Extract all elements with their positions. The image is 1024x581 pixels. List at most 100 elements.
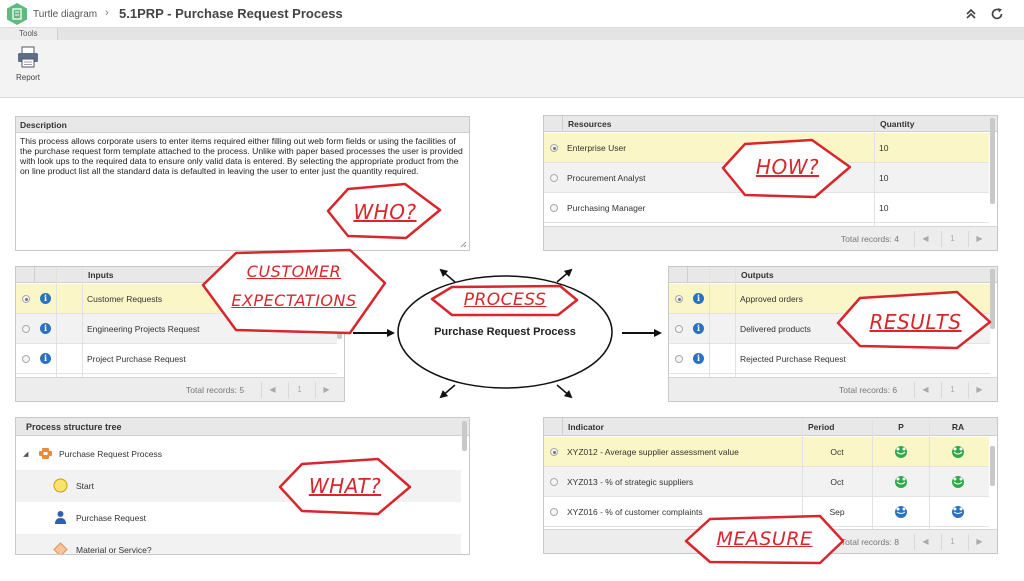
tree-item[interactable]: Material or Service?	[16, 534, 461, 554]
table-row[interactable]: i Engineering Projects Request	[16, 314, 337, 344]
row-radio[interactable]	[675, 325, 683, 333]
prev-page-icon[interactable]: ◀	[261, 382, 283, 398]
column-header-period[interactable]: Period	[802, 418, 872, 436]
process-name[interactable]: Purchase Request Process	[400, 326, 610, 338]
ribbon-tab-strip	[58, 28, 1024, 40]
column-divider	[874, 116, 875, 226]
column-header-info	[56, 267, 82, 283]
table-row[interactable]: i Project Purchase Request	[16, 344, 337, 374]
resource-quantity: 10	[879, 203, 889, 213]
resources-grid-header: Resources Quantity	[544, 116, 997, 132]
input-name: Project Purchase Request	[87, 354, 186, 364]
page-number[interactable]: 1	[941, 382, 963, 398]
tree-item-label: Purchase Request Process	[59, 449, 162, 459]
tools-tab[interactable]: Tools	[0, 28, 58, 40]
description-text[interactable]: This process allows corporate users to e…	[20, 136, 463, 176]
column-header-quantity[interactable]: Quantity	[874, 116, 989, 132]
next-page-icon[interactable]: ▶	[968, 382, 990, 398]
table-row[interactable]: XYZ016 - % of customer complaints Sep	[544, 497, 989, 527]
scrollbar[interactable]	[990, 446, 995, 486]
scrollbar[interactable]	[990, 269, 995, 329]
info-icon[interactable]: i	[693, 353, 704, 364]
resources-grid: Resources Quantity Enterprise User 10 Pr…	[543, 115, 998, 251]
smile-good-icon	[952, 446, 964, 458]
row-radio[interactable]	[550, 174, 558, 182]
column-divider	[56, 267, 57, 377]
process-icon	[39, 448, 52, 459]
column-header-p[interactable]: P	[872, 418, 929, 436]
resource-name: Purchasing Manager	[567, 203, 646, 213]
row-radio[interactable]	[550, 144, 558, 152]
process-tree-panel: Process structure tree ◢ Purchase Reques…	[15, 417, 470, 555]
diagonal-arrow	[556, 268, 573, 283]
annotation-what: WHAT?	[308, 474, 382, 498]
info-icon[interactable]: i	[40, 353, 51, 364]
page-number[interactable]: 1	[288, 382, 310, 398]
info-icon[interactable]: i	[693, 293, 704, 304]
table-row[interactable]: i Rejected Purchase Request	[669, 344, 990, 374]
annotation-customer: CUSTOMER	[246, 262, 342, 281]
column-header-select	[34, 267, 56, 283]
page-number[interactable]: 1	[941, 231, 963, 247]
scrollbar[interactable]	[462, 421, 467, 451]
gateway-icon	[53, 542, 68, 554]
report-button-label: Report	[15, 73, 40, 82]
table-row[interactable]: Purchasing Manager 10	[544, 193, 989, 223]
annotation-process: PROCESS	[463, 290, 547, 310]
row-radio[interactable]	[550, 508, 558, 516]
table-row[interactable]: XYZ012 - Average supplier assessment val…	[544, 437, 989, 467]
row-radio[interactable]	[675, 355, 683, 363]
app-logo-icon[interactable]	[6, 3, 28, 25]
tools-ribbon: Tools Report	[0, 28, 1024, 98]
column-divider	[82, 267, 83, 377]
row-radio[interactable]	[22, 295, 30, 303]
column-header-indicator[interactable]: Indicator	[562, 418, 802, 436]
row-radio[interactable]	[22, 355, 30, 363]
next-page-icon[interactable]: ▶	[968, 534, 990, 550]
grid-footer: Total records: 6 ◀ 1 ▶	[669, 377, 997, 401]
column-header-ra[interactable]: RA	[929, 418, 986, 436]
smile-good-icon	[895, 476, 907, 488]
table-row[interactable]: XYZ013 - % of strategic suppliers Oct	[544, 467, 989, 497]
refresh-icon[interactable]	[988, 5, 1006, 23]
page-number[interactable]: 1	[941, 534, 963, 550]
column-header-resources[interactable]: Resources	[562, 116, 874, 132]
input-name: Engineering Projects Request	[87, 324, 200, 334]
smile-neutral-icon	[895, 506, 907, 518]
prev-page-icon[interactable]: ◀	[914, 534, 936, 550]
row-radio[interactable]	[22, 325, 30, 333]
outputs-grid-header: Outputs	[669, 267, 997, 283]
indicator-name: XYZ013 - % of strategic suppliers	[567, 477, 694, 487]
annotation-expectations: EXPECTATIONS	[231, 291, 357, 310]
tree-item[interactable]: Purchase Request	[16, 502, 461, 534]
smile-good-icon	[895, 446, 907, 458]
total-records: Total records: 5	[186, 385, 245, 395]
tree-item[interactable]: ◢ Purchase Request Process	[16, 438, 461, 470]
printer-icon	[18, 46, 38, 68]
row-radio[interactable]	[550, 204, 558, 212]
prev-page-icon[interactable]: ◀	[914, 231, 936, 247]
report-button[interactable]: Report	[8, 44, 48, 92]
info-icon[interactable]: i	[693, 323, 704, 334]
double-chevron-up-icon[interactable]	[962, 5, 980, 23]
row-radio[interactable]	[675, 295, 683, 303]
next-page-icon[interactable]: ▶	[968, 231, 990, 247]
breadcrumb[interactable]: Turtle diagram	[33, 9, 97, 20]
prev-page-icon[interactable]: ◀	[914, 382, 936, 398]
resource-quantity: 10	[879, 143, 889, 153]
next-page-icon[interactable]: ▶	[315, 382, 337, 398]
info-icon[interactable]: i	[40, 323, 51, 334]
column-divider	[735, 267, 736, 377]
tree-expand-icon[interactable]: ◢	[23, 450, 28, 458]
row-radio[interactable]	[550, 448, 558, 456]
info-icon[interactable]: i	[40, 293, 51, 304]
inputs-grid: Inputs i Customer Requests i Engineering…	[15, 266, 345, 402]
column-header-outputs[interactable]: Outputs	[735, 267, 989, 283]
indicator-name: XYZ016 - % of customer complaints	[567, 507, 703, 517]
output-name: Rejected Purchase Request	[740, 354, 846, 364]
resize-handle-icon[interactable]	[460, 241, 467, 248]
diagonal-arrow	[439, 384, 456, 399]
grid-footer: Total records: 5 ◀ 1 ▶	[16, 377, 344, 401]
scrollbar[interactable]	[990, 118, 995, 204]
row-radio[interactable]	[550, 478, 558, 486]
